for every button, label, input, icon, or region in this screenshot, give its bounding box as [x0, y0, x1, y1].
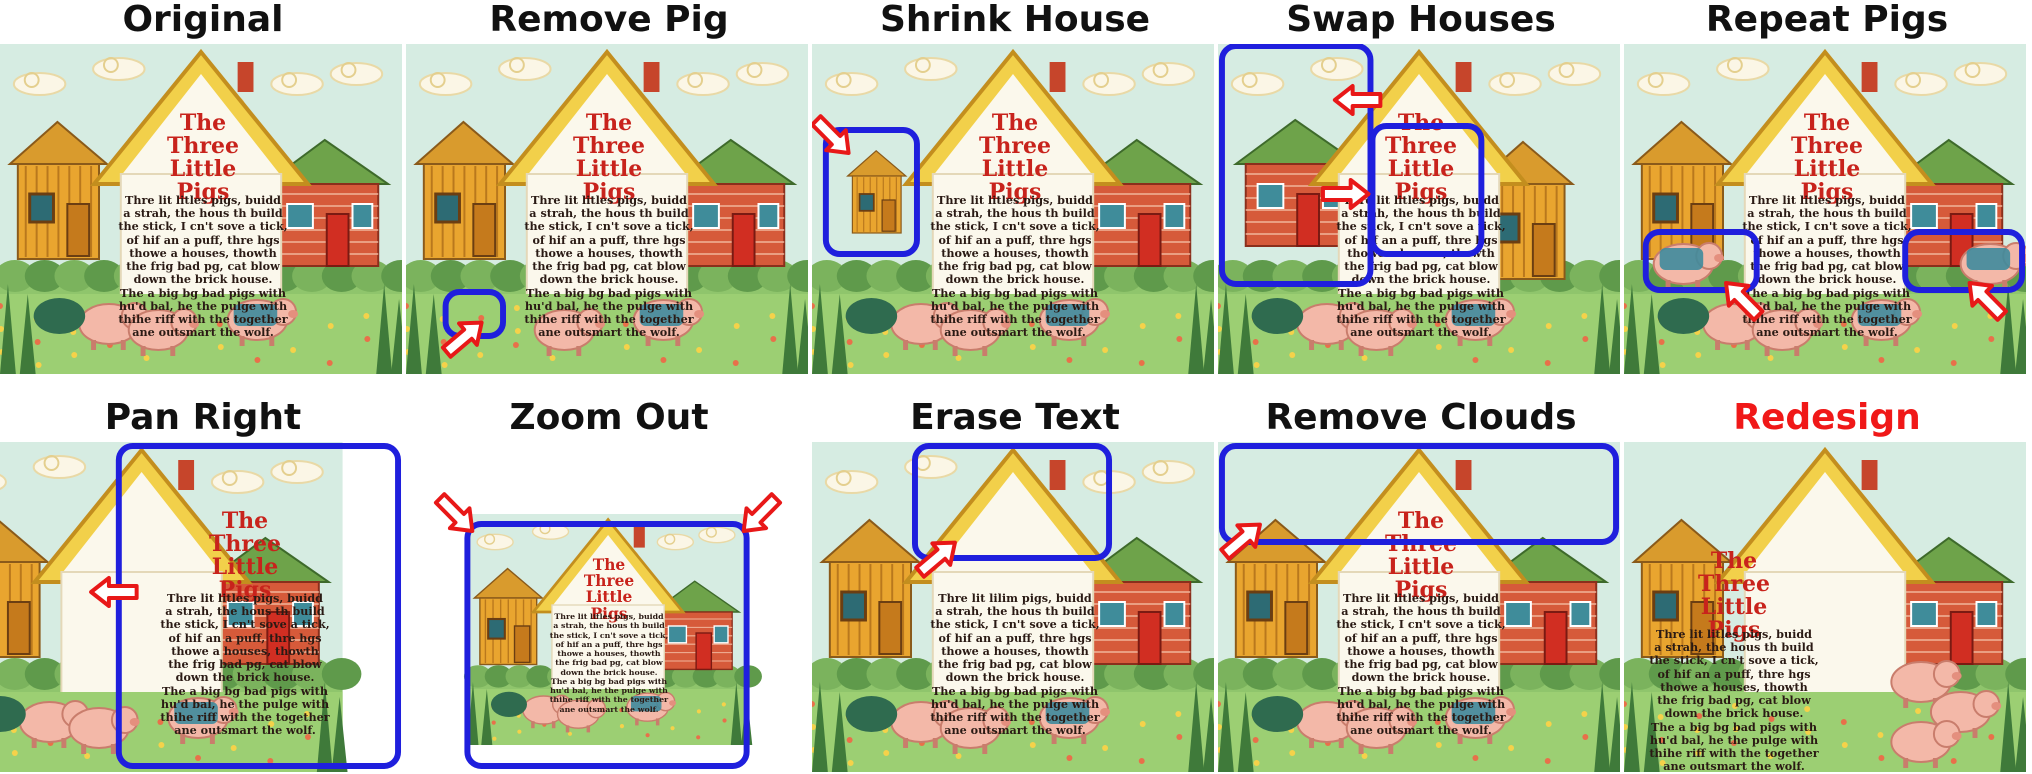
example-cell: Zoom Out The Three Little Pigs Thre lit litl…	[406, 398, 812, 772]
highlight-box	[1369, 123, 1485, 257]
pointer-arrow	[1320, 178, 1371, 210]
annotation-overlay	[89, 443, 402, 769]
pointer-arrow	[89, 576, 139, 608]
pointer-arrow	[812, 114, 851, 155]
highlight-box	[1902, 229, 2026, 293]
illustration-panel: The Three Little Pigs Thre lit litles pigs,…	[1624, 442, 2026, 772]
edit-caption: Swap Houses	[1286, 0, 1556, 40]
illustration-panel: The Three Little Pigs Thre lit litles pigs,…	[406, 44, 808, 374]
edit-caption: Remove Pig	[489, 0, 729, 40]
highlight-box	[1218, 44, 1374, 287]
highlight-box	[464, 521, 750, 769]
example-cell: Swap Houses The Three Little Pigs Thre lit l…	[1218, 0, 1624, 374]
highlight-box	[115, 443, 402, 769]
annotation-overlay	[433, 492, 783, 769]
annotation-overlay	[1218, 44, 1485, 287]
annotation-overlay	[1642, 229, 2026, 322]
example-cell: Redesign The Three Little Pigs Thre lit litl…	[1624, 398, 2030, 772]
annotation-overlay	[912, 443, 1113, 579]
edit-caption: Original	[122, 0, 284, 40]
pointer-arrow	[433, 492, 475, 533]
illustration-panel: The Three Little Pigs Thre lit litles pigs,…	[0, 442, 402, 772]
annotation-overlay	[812, 114, 920, 257]
annotation-overlay	[1624, 442, 2026, 772]
example-cell: Erase Text Thre lit lilim pigs, buidd a st…	[812, 398, 1218, 772]
example-cell: Remove Clouds The Three Little Pigs Thre lit…	[1218, 398, 1624, 772]
edit-caption: Shrink House	[879, 0, 1151, 40]
example-cell: Pan Right The Three Little Pigs Thre lit lit…	[0, 398, 406, 772]
example-cell: Shrink House The Three Little Pigs Thre lit …	[812, 0, 1218, 374]
edit-caption: Redesign	[1733, 397, 1921, 438]
example-cell: Original The Three Little Pigs Thre lit litl…	[0, 0, 406, 374]
pointer-arrow	[1967, 281, 2008, 322]
edit-caption: Zoom Out	[509, 397, 709, 438]
illustration-panel: The Three Little Pigs Thre lit litles pigs,…	[1624, 44, 2026, 374]
edit-caption: Remove Clouds	[1265, 397, 1577, 438]
example-cell: Remove Pig The Three Little Pigs Thre lit li…	[406, 0, 812, 374]
illustration-panel: The Three Little Pigs Thre lit litles pigs,…	[1218, 44, 1620, 374]
annotation-overlay	[1218, 443, 1620, 561]
illustration-panel: Thre lit lilim pigs, buidd a strah, the h…	[812, 442, 1214, 772]
illustration-panel: The Three Little Pigs Thre lit litles pigs,…	[1218, 442, 1620, 772]
pointer-arrow	[741, 492, 783, 533]
highlight-box	[1218, 443, 1620, 545]
edit-caption: Repeat Pigs	[1705, 0, 1949, 40]
example-cell: Repeat Pigs The Three Little Pigs Thre lit l…	[1624, 0, 2030, 374]
illustration-panel: The Three Little Pigs Thre lit litles pigs,…	[406, 442, 808, 772]
pointer-arrow	[1724, 281, 1765, 322]
edit-caption: Erase Text	[910, 397, 1120, 438]
annotation-overlay	[0, 44, 402, 374]
illustration-panel: The Three Little Pigs Thre lit litles pigs,…	[812, 44, 1214, 374]
highlight-box	[1642, 229, 1760, 293]
pointer-arrow	[1332, 84, 1383, 116]
edit-caption: Pan Right	[104, 397, 302, 438]
illustration-panel: The Three Little Pigs Thre lit litles pigs,…	[0, 44, 402, 374]
annotation-overlay	[440, 289, 507, 359]
